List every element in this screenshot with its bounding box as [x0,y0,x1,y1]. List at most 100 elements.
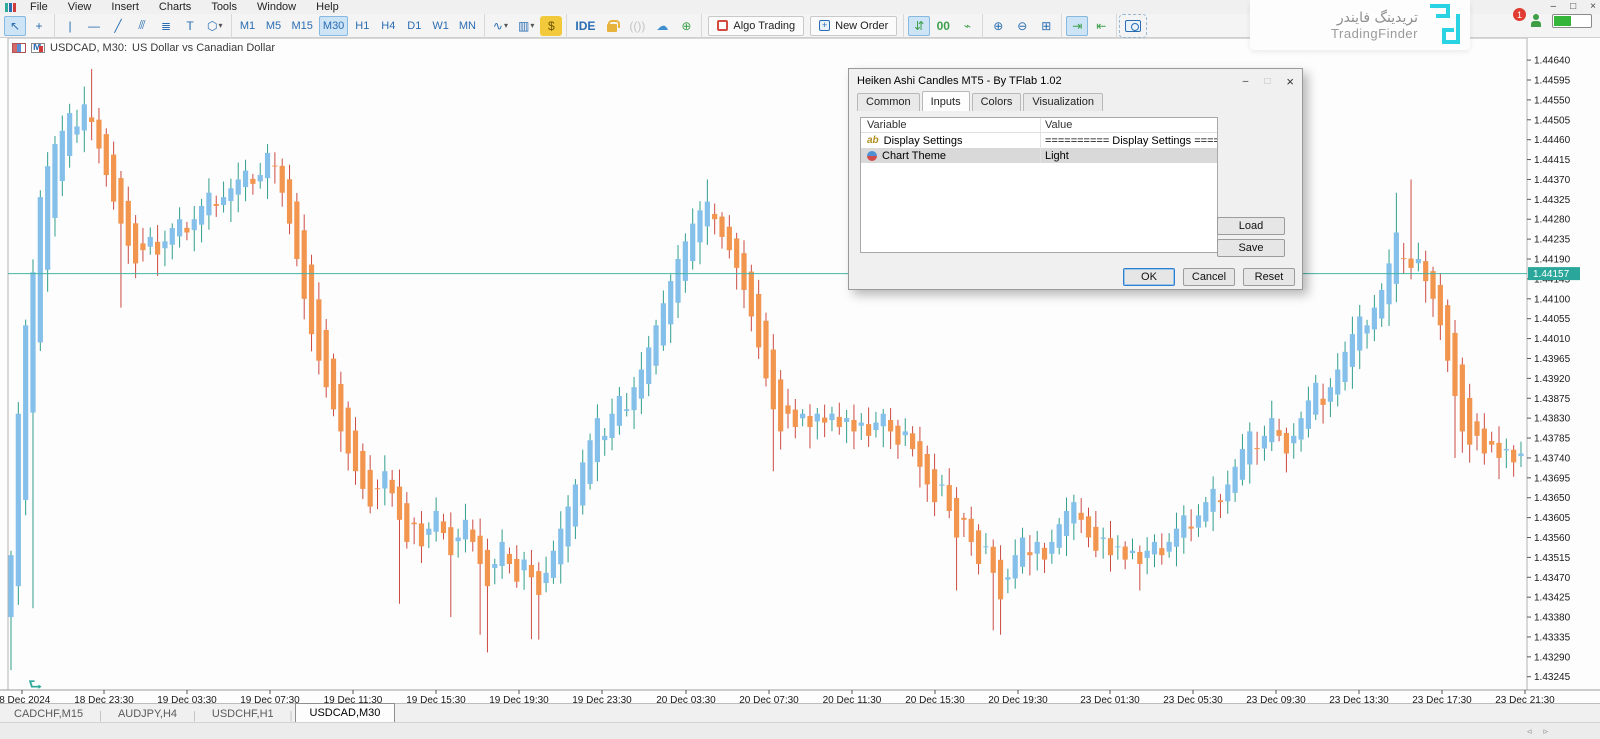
candle-body [353,431,358,472]
crosshair-tool-button[interactable]: + [28,16,50,36]
timeframe-button-mn[interactable]: MN [455,16,480,36]
websocket-icon[interactable]: (()) [625,16,649,36]
candle-body [866,424,871,436]
shapes-tool-button[interactable]: ⬡▾ [203,16,227,36]
dialog-titlebar[interactable]: Heiken Ashi Candles MT5 - By TFlab 1.02 … [849,69,1302,93]
menu-item-help[interactable]: Help [306,1,349,13]
candle-body [873,423,878,430]
table-row-selected[interactable]: Chart Theme Light [861,148,1217,163]
candle-body [639,370,644,399]
tile-windows-button[interactable]: ⊞ [1035,16,1057,36]
zoom-out-button[interactable]: ⊖ [1011,16,1033,36]
candle-body [690,224,695,261]
zoom-in-button[interactable]: ⊕ [987,16,1009,36]
candle-body [837,417,842,427]
window-minimize-button[interactable]: – [1551,1,1557,12]
price-axis-label: 1.43380 [1534,613,1571,624]
time-axis-label: 23 Dec 17:30 [1412,695,1472,703]
account-level-icon[interactable] [1530,14,1542,28]
new-order-button[interactable]: + New Order [810,16,897,36]
chart-tab-cadchf-m15[interactable]: CADCHF,M15 [0,705,97,722]
window-close-button[interactable]: × [1590,1,1596,12]
save-button[interactable]: Save [1217,239,1285,257]
candle-body [30,272,35,412]
dialog-tab-colors[interactable]: Colors [972,93,1022,111]
dialog-tab-common[interactable]: Common [857,93,920,111]
chart-canvas[interactable]: 1.446401.445951.445501.445051.444601.444… [0,38,1600,703]
window-restore-button[interactable]: □ [1570,1,1576,12]
candle-body [60,131,65,181]
depth-of-market-button[interactable]: 00 [932,16,954,36]
text-tool-button[interactable]: T [179,16,201,36]
vertical-line-tool-button[interactable]: | [59,16,81,36]
cancel-button[interactable]: Cancel [1183,268,1235,286]
timeframe-button-h4[interactable]: H4 [376,16,400,36]
menu-item-charts[interactable]: Charts [149,1,201,13]
candle-body [815,414,820,422]
horizontal-line-tool-button[interactable]: — [83,16,105,36]
candle-chart-button[interactable]: ▥▾ [514,16,538,36]
candle-body [426,529,431,535]
timeframe-button-m15[interactable]: M15 [288,16,317,36]
menu-item-tools[interactable]: Tools [201,1,247,13]
tick-chart-button[interactable]: ⇵ [908,16,930,36]
chart-window[interactable]: 1.446401.445951.445501.445051.444601.444… [0,38,1600,703]
community-globe-icon[interactable]: ⊕ [675,16,697,36]
ide-button[interactable]: IDE [571,16,599,36]
candle-body [1115,546,1120,547]
candle-body [104,134,109,175]
lock-icon[interactable] [601,16,623,36]
one-click-trading-icon[interactable] [12,43,26,53]
line-chart-button[interactable]: ∿▾ [489,16,512,36]
candle-body [1452,333,1457,396]
profit-currency-button[interactable]: $ [540,16,562,36]
fibonacci-tool-button[interactable]: ≣ [155,16,177,36]
dialog-maximize-button[interactable]: □ [1264,76,1270,87]
chart-tab-audjpy-h4[interactable]: AUDJPY,H4 [104,705,191,722]
chart-tab-usdchf-h1[interactable]: USDCHF,H1 [198,705,288,722]
scroll-to-end-button[interactable]: ⇥ [1066,16,1088,36]
candle-body [1218,500,1223,502]
algo-trading-button[interactable]: Algo Trading [708,16,804,36]
cursor-tool-button[interactable]: ↖ [4,16,26,36]
trendline-tool-button[interactable]: ╱ [107,16,129,36]
candle-body [1130,551,1135,553]
input-value[interactable]: ========== Display Settings ======... [1041,135,1217,147]
candle-body [1123,547,1128,560]
timeframe-button-m1[interactable]: M1 [236,16,260,36]
dialog-tab-visualization[interactable]: Visualization [1023,93,1103,111]
dialog-tab-inputs[interactable]: Inputs [922,91,970,111]
load-button[interactable]: Load [1217,217,1285,235]
dialog-close-button[interactable]: × [1286,74,1294,89]
chart-tab-usdcad-m30[interactable]: USDCAD,M30 [295,703,396,722]
shift-chart-button[interactable]: ⇤ [1090,16,1112,36]
menu-item-insert[interactable]: Insert [101,1,149,13]
cloud-icon[interactable]: ☁ [651,16,673,36]
candle-body [1408,259,1413,268]
timeframe-button-h1[interactable]: H1 [350,16,374,36]
menu-item-file[interactable]: File [20,1,58,13]
input-value[interactable]: Light [1041,150,1217,162]
timeframe-button-m30[interactable]: M30 [319,16,348,36]
timeframe-button-m5[interactable]: M5 [262,16,286,36]
reset-button[interactable]: Reset [1243,268,1295,286]
zigzag-indicator-button[interactable]: ⌁ [956,16,978,36]
menu-item-view[interactable]: View [58,1,102,13]
candle-body [1042,548,1047,560]
tab-scroll-arrows[interactable]: ◃▹ [1527,726,1560,737]
ok-button[interactable]: OK [1123,268,1175,286]
market-watch-icon[interactable] [31,43,45,53]
table-row[interactable]: ab Display Settings ========== Display S… [861,133,1217,148]
candle-body [939,484,944,485]
notification-icon[interactable]: 1 [1502,12,1520,30]
candle-body [800,414,805,419]
timeframe-button-d1[interactable]: D1 [402,16,426,36]
candle-body [1093,527,1098,551]
candle-body [419,523,424,546]
screenshot-camera-button[interactable] [1121,16,1145,36]
channel-tool-button[interactable]: ⫻ [131,16,153,36]
timeframe-button-w1[interactable]: W1 [428,16,453,36]
menu-item-window[interactable]: Window [247,1,306,13]
price-axis-label: 1.43425 [1534,593,1571,604]
dialog-minimize-button[interactable]: – [1243,76,1249,87]
